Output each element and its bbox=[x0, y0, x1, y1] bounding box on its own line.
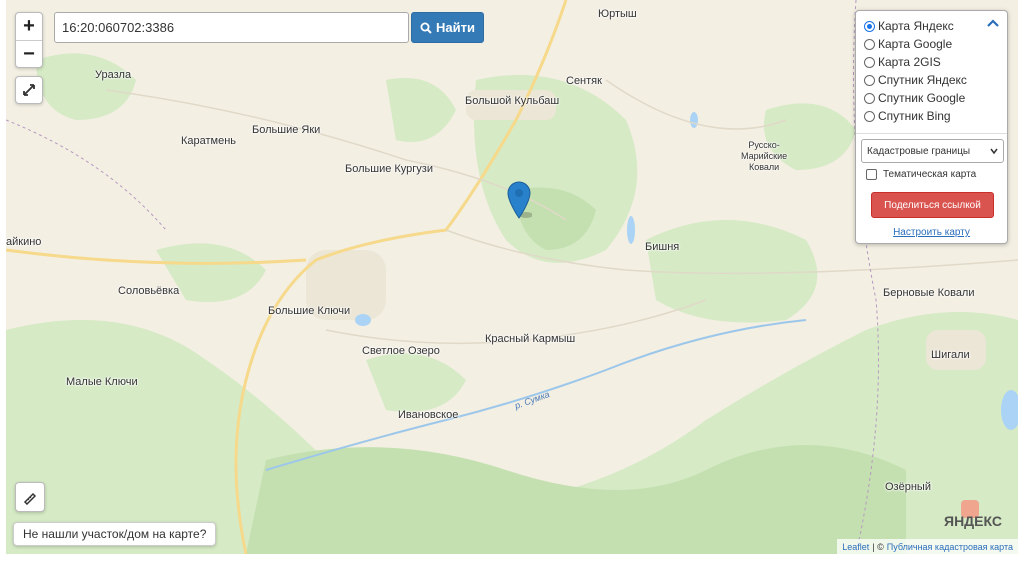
place-russko-mariyskie-kovali: Русско- Марийские Ковали bbox=[741, 140, 788, 172]
place-bolshie-yaki: Большие Яки bbox=[252, 124, 321, 136]
overlay-select-value: Кадастровые границы bbox=[867, 145, 971, 157]
zoom-in-button[interactable]: + bbox=[16, 13, 42, 40]
place-solovyovka: Соловьёвка bbox=[118, 285, 180, 297]
not-found-button[interactable]: Не нашли участок/дом на карте? bbox=[13, 522, 217, 546]
place-yurtysh: Юртыш bbox=[598, 8, 637, 20]
layer-label: Карта Google bbox=[878, 37, 953, 51]
layer-option-yandex-satellite[interactable]: Спутник Яндекс bbox=[864, 73, 967, 87]
layer-option-2gis-map[interactable]: Карта 2GIS bbox=[864, 55, 941, 69]
configure-map-link[interactable]: Настроить карту bbox=[856, 227, 1007, 238]
radio-icon bbox=[864, 56, 875, 68]
layers-panel: Карта Яндекс Карта Google Карта 2GIS Спу… bbox=[855, 10, 1008, 244]
place-malye-klyuchi: Малые Ключи bbox=[66, 376, 138, 388]
layer-label: Спутник Google bbox=[878, 91, 966, 105]
checkbox-icon bbox=[866, 169, 877, 180]
radio-selected-icon bbox=[864, 20, 875, 32]
zoom-out-button[interactable]: − bbox=[16, 40, 42, 67]
search-icon bbox=[420, 22, 432, 34]
attribution-separator: | © bbox=[872, 541, 884, 552]
layer-option-yandex-map[interactable]: Карта Яндекс bbox=[864, 19, 954, 33]
divider bbox=[856, 133, 1007, 134]
place-krasny-karmysh: Красный Кармыш bbox=[485, 333, 576, 345]
ruler-icon bbox=[23, 492, 37, 505]
overlay-select[interactable]: Кадастровые границы bbox=[861, 139, 1004, 163]
place-sentyak: Сентяк bbox=[566, 75, 602, 87]
measure-button[interactable] bbox=[15, 482, 45, 512]
place-bolshoy-kulbash: Большой Кульбаш bbox=[465, 95, 560, 107]
search-input[interactable] bbox=[54, 12, 409, 43]
radio-icon bbox=[864, 92, 875, 104]
place-aykino: айкино bbox=[6, 236, 42, 248]
zoom-control: + − bbox=[15, 12, 43, 68]
chevron-down-icon bbox=[990, 148, 998, 154]
place-urazla: Уразла bbox=[95, 69, 132, 81]
radio-icon bbox=[864, 110, 875, 122]
layer-option-google-satellite[interactable]: Спутник Google bbox=[864, 91, 965, 105]
layer-label: Карта 2GIS bbox=[878, 55, 941, 69]
fullscreen-button[interactable] bbox=[15, 76, 43, 104]
chevron-up-icon[interactable] bbox=[987, 19, 999, 27]
layer-option-bing-satellite[interactable]: Спутник Bing bbox=[864, 109, 951, 123]
leaflet-link[interactable]: Leaflet bbox=[842, 542, 869, 552]
place-ivanovskoe: Ивановское bbox=[398, 409, 459, 421]
share-link-button[interactable]: Поделиться ссылкой bbox=[871, 192, 994, 218]
place-bolshie-kurguzi: Большие Кургузи bbox=[345, 163, 433, 175]
place-karatmen: Каратмень bbox=[181, 135, 237, 147]
search-button[interactable]: Найти bbox=[411, 12, 484, 43]
yandex-watermark: ЯНДЕКС bbox=[944, 513, 1002, 529]
place-shigali: Шигали bbox=[931, 349, 970, 361]
thematic-map-label: Тематическая карта bbox=[883, 169, 977, 180]
layer-label: Спутник Яндекс bbox=[878, 73, 967, 87]
radio-icon bbox=[864, 38, 875, 50]
layer-label: Спутник Bing bbox=[878, 109, 951, 123]
radio-icon bbox=[864, 74, 875, 86]
search-button-label: Найти bbox=[436, 20, 475, 35]
place-bishnya: Бишня bbox=[645, 241, 680, 253]
attribution: Leaflet | © Публичная кадастровая карта bbox=[837, 539, 1018, 554]
layer-label: Карта Яндекс bbox=[878, 19, 954, 33]
expand-icon bbox=[23, 84, 35, 96]
place-svetloe-ozero: Светлое Озеро bbox=[362, 345, 440, 357]
place-bernovye-kovali: Берновые Ковали bbox=[883, 287, 975, 299]
place-ozyorny: Озёрный bbox=[885, 481, 931, 493]
cadastral-map-link[interactable]: Публичная кадастровая карта bbox=[887, 542, 1013, 552]
map-marker-icon[interactable] bbox=[506, 180, 532, 220]
layer-option-google-map[interactable]: Карта Google bbox=[864, 37, 952, 51]
thematic-map-checkbox[interactable]: Тематическая карта bbox=[866, 169, 976, 180]
place-bolshie-klyuchi: Большие Ключи bbox=[268, 305, 351, 317]
